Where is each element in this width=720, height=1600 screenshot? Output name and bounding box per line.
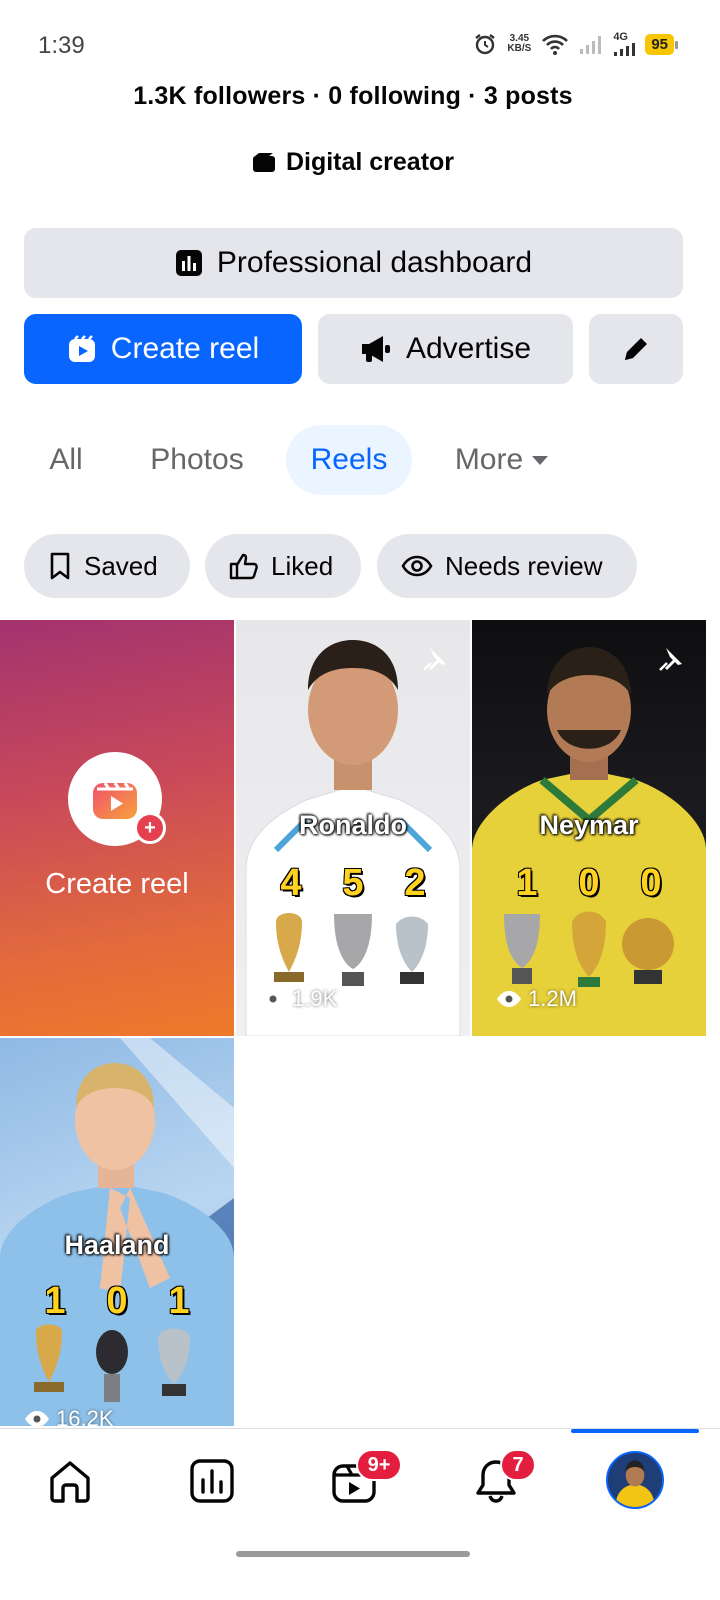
filter-liked-label: Liked (271, 550, 334, 581)
reels-gradient-icon (93, 782, 137, 819)
eye-icon (25, 1411, 49, 1426)
trophy-count: 4 (280, 862, 302, 904)
status-bar: 1:39 3.45 KB/S 4G 95 (0, 0, 720, 92)
create-reel-tile-label: Create reel (45, 868, 189, 900)
trophy-count: 1 (516, 862, 538, 904)
bottom-nav: 9+ 7 (0, 1428, 720, 1548)
trophy-count: 1 (168, 1280, 190, 1322)
reel-title: Neymar (539, 810, 639, 840)
filter-saved-chip[interactable]: Saved (24, 534, 190, 598)
home-icon (50, 1461, 90, 1503)
trophy-count: 1 (44, 1280, 66, 1322)
edit-profile-button[interactable] (589, 314, 683, 384)
tab-more-label: More (454, 443, 524, 476)
profile-stats: 1.3K followers · 0 following · 3 posts (133, 82, 573, 110)
reel-thumbnail[interactable]: Neymar 1 0 0 1.2M (472, 620, 706, 1036)
megaphone-icon (361, 336, 390, 362)
trophy-count: 2 (404, 862, 426, 904)
reel-thumbnail[interactable]: Haaland 1 0 1 16.2K (0, 1038, 234, 1426)
trophy-count: 0 (106, 1280, 128, 1322)
eye-icon (401, 555, 433, 577)
avatar (608, 1453, 662, 1507)
caret-down-icon (532, 456, 549, 465)
wifi-icon (542, 34, 569, 55)
battery-indicator: 95 (645, 33, 678, 55)
create-reel-button[interactable]: Create reel (24, 314, 302, 384)
bookmark-icon (50, 552, 70, 580)
reels-badge: 9+ (356, 1449, 402, 1481)
create-reel-tile[interactable]: + Create reel (0, 620, 234, 1036)
advertise-label: Advertise (405, 332, 532, 365)
filter-needs-review-chip[interactable]: Needs review (377, 534, 637, 598)
status-time: 1:39 (38, 32, 85, 59)
trophy-counts: 1 0 1 (0, 1280, 234, 1323)
signal-4g: 4G (613, 31, 636, 56)
filter-saved-label: Saved (84, 550, 158, 581)
tab-more[interactable]: More (446, 425, 558, 495)
trophies-graphic (34, 1324, 190, 1402)
view-count-label: 16.2K (56, 1406, 114, 1426)
dashboard-icon (175, 250, 202, 276)
tab-reels[interactable]: Reels (286, 425, 412, 495)
trophy-count: 0 (578, 862, 600, 904)
dashboard-label: Professional dashboard (216, 246, 533, 279)
trophy-count: 5 (342, 862, 364, 904)
view-count-label: 1.2M (528, 986, 577, 1011)
active-tab-indicator (571, 1429, 699, 1433)
view-count: 16.2K (24, 1406, 114, 1426)
nav-profile-avatar[interactable] (606, 1451, 664, 1509)
view-count: 1.2M (496, 986, 577, 1012)
eye-icon (497, 991, 521, 1007)
filter-needs-review-label: Needs review (445, 550, 603, 581)
trophy-counts: 1 0 0 (472, 862, 706, 905)
advertise-button[interactable]: Advertise (318, 314, 573, 384)
pin-icon (423, 648, 446, 671)
status-icons: 3.45 KB/S 4G 95 (473, 31, 678, 56)
notifications-badge: 7 (500, 1449, 536, 1481)
pencil-icon (625, 338, 647, 360)
alarm-icon (475, 34, 496, 55)
tab-all[interactable]: All (40, 425, 92, 495)
professional-dashboard-button[interactable]: Professional dashboard (24, 228, 683, 298)
eye-icon (261, 991, 285, 1007)
nav-dashboard[interactable] (182, 1451, 242, 1511)
profile-category: Digital creator (0, 148, 706, 177)
reel-title: Ronaldo (299, 810, 407, 840)
net-speed: 3.45 KB/S (507, 34, 531, 54)
pin-icon (659, 648, 682, 671)
trophy-count: 0 (640, 862, 662, 904)
reels-icon (68, 335, 95, 362)
filter-liked-chip[interactable]: Liked (205, 534, 361, 598)
view-count-label: 1.9K (292, 986, 338, 1011)
clapperboard-icon (252, 152, 275, 172)
signal-icon (614, 43, 636, 56)
signal-empty-icon (580, 36, 602, 54)
home-gesture-bar[interactable] (236, 1551, 470, 1557)
net-speed-unit: KB/S (507, 43, 532, 54)
category-label: Digital creator (285, 148, 455, 176)
view-count: 1.9K (260, 986, 337, 1012)
network-type: 4G (613, 31, 628, 43)
reel-thumbnail[interactable]: Ronaldo 4 5 2 1.9K (236, 620, 470, 1036)
trophy-counts: 4 5 2 (236, 862, 470, 905)
tab-photos[interactable]: Photos (140, 425, 254, 495)
create-reel-label: Create reel (110, 332, 260, 365)
dashboard-icon (190, 1459, 234, 1503)
reel-title: Haaland (64, 1230, 170, 1260)
nav-home[interactable] (40, 1451, 100, 1511)
add-icon: + (134, 812, 166, 844)
thumbs-up-icon (229, 553, 258, 580)
